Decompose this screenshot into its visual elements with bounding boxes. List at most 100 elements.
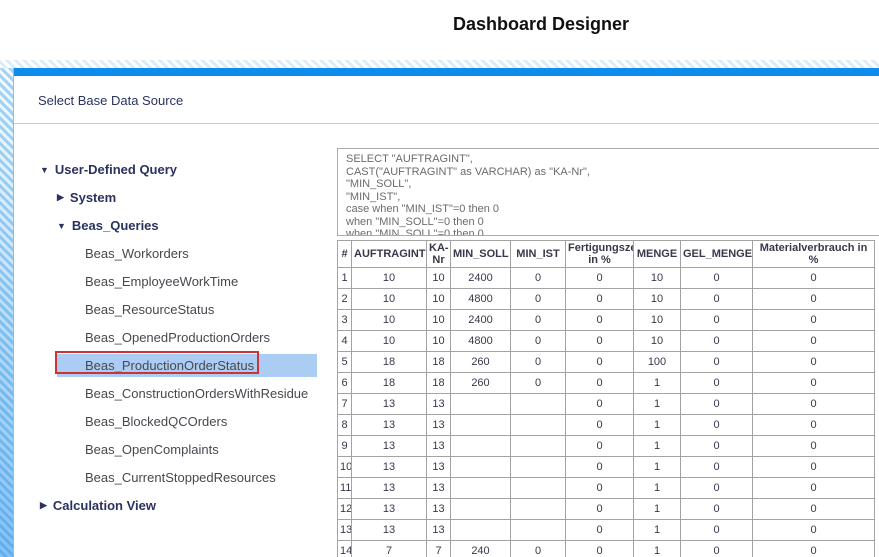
tree-item-beas-resourcestatus[interactable]: Beas_ResourceStatus [14, 298, 337, 321]
tree-item-beas-opencomplaints[interactable]: Beas_OpenComplaints [14, 438, 337, 461]
table-cell: 4800 [451, 331, 511, 352]
column-header: # [338, 241, 352, 268]
decorative-left-stripe [0, 68, 13, 557]
table-cell: 7 [352, 541, 427, 557]
table-cell: 10 [427, 289, 451, 310]
column-header: MENGE [634, 241, 681, 268]
table-cell: 8 [338, 415, 352, 436]
decorative-striped-band [0, 60, 879, 68]
table-cell: 4800 [451, 289, 511, 310]
table-cell: 1 [634, 457, 681, 478]
tree-item-label: Beas_OpenedProductionOrders [85, 330, 270, 345]
sql-line: case when "MIN_IST"=0 then 0 [346, 203, 879, 216]
table-cell: 0 [511, 331, 566, 352]
table-row: 1113130100 [338, 478, 875, 499]
app-header: Dashboard Designer [0, 0, 879, 60]
table-cell: 0 [753, 478, 875, 499]
table-cell: 0 [681, 352, 753, 373]
table-cell: 18 [427, 352, 451, 373]
table-cell: 4 [338, 331, 352, 352]
table-cell: 18 [427, 373, 451, 394]
table-cell: 18 [352, 373, 427, 394]
tree-item-system[interactable]: ▶ System [14, 186, 337, 209]
table-row: 147724000100 [338, 541, 875, 557]
chevron-right-icon[interactable]: ▶ [57, 192, 64, 203]
table-cell: 10 [634, 331, 681, 352]
column-header: Fertigungszeit in % [566, 241, 634, 268]
tree-item-label: Beas_EmployeeWorkTime [85, 274, 238, 289]
table-cell [451, 415, 511, 436]
chevron-right-icon[interactable]: ▶ [40, 500, 47, 511]
table-cell: 6 [338, 373, 352, 394]
table-row: 6181826000100 [338, 373, 875, 394]
tree-item-beas-employeeworktime[interactable]: Beas_EmployeeWorkTime [14, 270, 337, 293]
table-cell: 13 [352, 436, 427, 457]
table-cell: 0 [681, 415, 753, 436]
table-cell: 1 [634, 520, 681, 541]
result-grid-wrap: #AUFTRAGINTKA-NrMIN_SOLLMIN_ISTFertigung… [337, 240, 879, 557]
table-cell: 2 [338, 289, 352, 310]
preview-column: SELECT "AUFTRAGINT",CAST("AUFTRAGINT" as… [337, 124, 879, 557]
table-cell: 10 [352, 331, 427, 352]
tree-item-beas-productionorderstatus[interactable]: Beas_ProductionOrderStatus [57, 354, 317, 377]
table-cell: 0 [681, 289, 753, 310]
tree-item-beas-workorders[interactable]: Beas_Workorders [14, 242, 337, 265]
chevron-down-icon[interactable]: ▼ [40, 165, 49, 175]
tree-item-label: User-Defined Query [55, 162, 177, 177]
table-cell: 0 [511, 310, 566, 331]
table-cell: 13 [352, 394, 427, 415]
table-cell: 18 [352, 352, 427, 373]
sql-line: SELECT "AUFTRAGINT", [346, 153, 879, 166]
table-cell: 0 [566, 373, 634, 394]
table-cell: 1 [634, 415, 681, 436]
table-cell: 240 [451, 541, 511, 557]
content-panel: Select Base Data Source ▼User-Defined Qu… [13, 68, 879, 557]
table-cell: 7 [338, 394, 352, 415]
table-cell: 1 [634, 373, 681, 394]
table-cell: 1 [634, 478, 681, 499]
table-cell: 0 [566, 394, 634, 415]
table-cell: 0 [753, 520, 875, 541]
table-row: 110102400001000 [338, 268, 875, 289]
table-cell: 13 [352, 457, 427, 478]
data-source-tree: ▼ User-Defined Query ▶ System ▼ Beas_Queries B… [14, 124, 337, 522]
table-cell [511, 478, 566, 499]
table-cell [451, 520, 511, 541]
table-cell: 13 [352, 478, 427, 499]
table-cell [511, 436, 566, 457]
table-cell: 10 [634, 289, 681, 310]
table-cell: 0 [681, 310, 753, 331]
table-cell: 0 [753, 289, 875, 310]
table-row: 713130100 [338, 394, 875, 415]
tree-item-beas-blockedqcorders[interactable]: Beas_BlockedQCOrders [14, 410, 337, 433]
tree-item-beas-openedproductionorders[interactable]: Beas_OpenedProductionOrders [14, 326, 337, 349]
table-cell: 10 [352, 268, 427, 289]
table-cell: 10 [427, 268, 451, 289]
tree-item-label: Beas_Queries [72, 218, 159, 233]
table-cell: 0 [753, 499, 875, 520]
table-cell [451, 457, 511, 478]
tree-item-beas-constructionorderswithresidue[interactable]: Beas_ConstructionOrdersWithResidue [14, 382, 337, 405]
table-cell: 13 [427, 394, 451, 415]
table-cell: 10 [352, 310, 427, 331]
table-cell: 0 [681, 541, 753, 557]
table-cell: 0 [681, 268, 753, 289]
table-cell: 10 [427, 310, 451, 331]
sql-line: when "MIN_SOLL"=0 then 0 [346, 228, 879, 236]
table-cell: 13 [338, 520, 352, 541]
tree-item-user-defined-query[interactable]: ▼ User-Defined Query [14, 158, 337, 181]
tree-item-beas-queries[interactable]: ▼ Beas_Queries [14, 214, 337, 237]
table-cell: 0 [511, 268, 566, 289]
sql-preview[interactable]: SELECT "AUFTRAGINT",CAST("AUFTRAGINT" as… [337, 148, 879, 236]
table-cell: 13 [427, 520, 451, 541]
table-head: #AUFTRAGINTKA-NrMIN_SOLLMIN_ISTFertigung… [338, 241, 875, 268]
table-cell: 0 [566, 310, 634, 331]
table-row: 913130100 [338, 436, 875, 457]
tree-item-label: System [70, 190, 116, 205]
tree-item-beas-currentstoppedresources[interactable]: Beas_CurrentStoppedResources [14, 466, 337, 489]
table-cell [451, 436, 511, 457]
chevron-down-icon[interactable]: ▼ [57, 221, 66, 231]
table-cell: 0 [511, 373, 566, 394]
tree-item-calculation-view[interactable]: ▶Calculation View [14, 494, 337, 517]
table-cell: 0 [753, 268, 875, 289]
